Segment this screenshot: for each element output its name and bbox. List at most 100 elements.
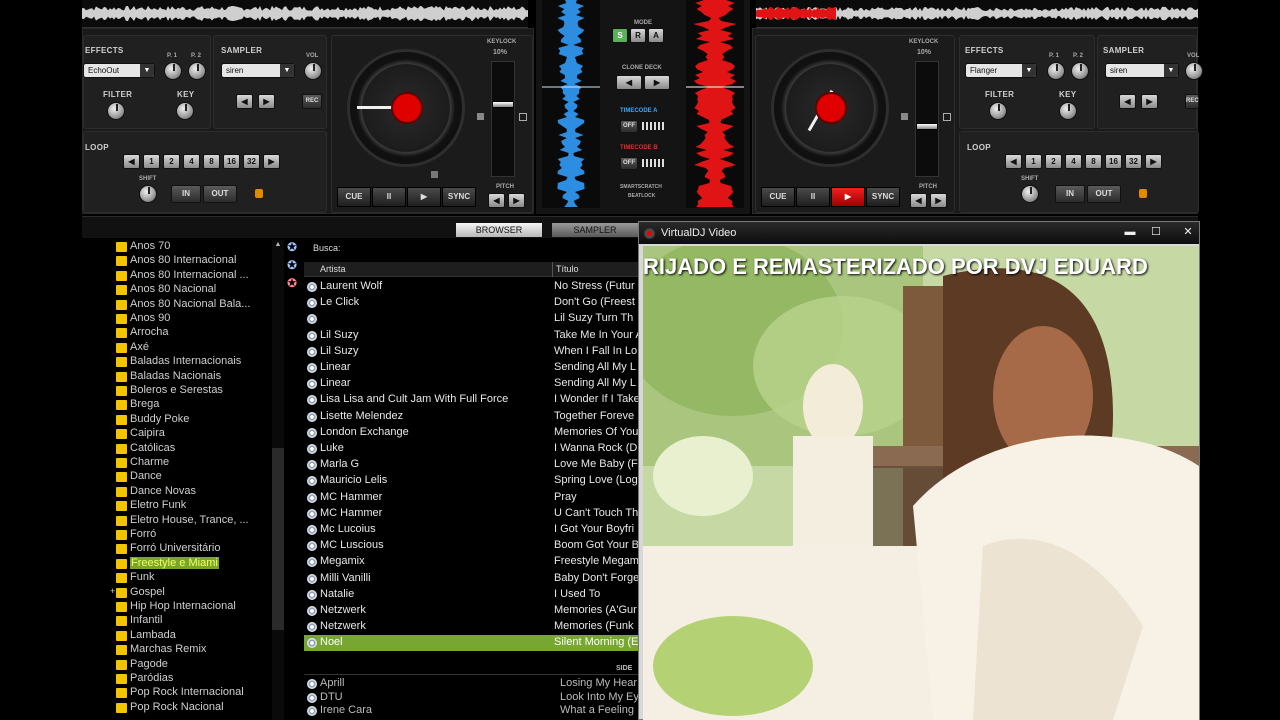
right-loop-1[interactable]: 1 bbox=[1025, 154, 1042, 169]
tree-scrollbar[interactable]: ▲ bbox=[272, 240, 284, 720]
left-sampler-next-button[interactable]: ▶ bbox=[258, 94, 275, 109]
track-row[interactable]: Netzwerk Memories (A'Gur bbox=[304, 603, 638, 619]
track-row[interactable]: Luke I Wanna Rock (D bbox=[304, 441, 638, 457]
track-row[interactable]: Milli Vanilli Baby Don't Forge bbox=[304, 571, 638, 587]
tab-browser[interactable]: BROWSER bbox=[456, 223, 542, 237]
right-pause-button[interactable]: II bbox=[796, 187, 830, 207]
right-pitch-reset-icon[interactable] bbox=[943, 113, 951, 121]
video-window-titlebar[interactable]: VirtualDJ Video ▬ ☐ ✕ bbox=[639, 222, 1199, 244]
left-shift-knob[interactable] bbox=[139, 185, 157, 203]
left-cue-button[interactable]: CUE bbox=[337, 187, 371, 207]
maximize-icon[interactable]: ☐ bbox=[1145, 225, 1167, 240]
right-shift-knob[interactable] bbox=[1021, 185, 1039, 203]
right-waveform[interactable] bbox=[756, 0, 1198, 28]
folder-item[interactable]: Paródias bbox=[116, 672, 173, 686]
right-pitch-slider[interactable] bbox=[915, 61, 939, 177]
left-pause-button[interactable]: II bbox=[372, 187, 406, 207]
column-artist[interactable]: Artista bbox=[320, 264, 346, 274]
right-loop-4[interactable]: 4 bbox=[1065, 154, 1082, 169]
track-list[interactable]: Busca: Artista Título SIDE Laurent Wolf N… bbox=[304, 238, 638, 720]
right-sampler-select[interactable]: siren ▼ bbox=[1105, 63, 1179, 78]
right-loop-16[interactable]: 16 bbox=[1105, 154, 1122, 169]
folder-item[interactable]: Freestyle e Miami bbox=[116, 556, 219, 571]
right-loop-prev-button[interactable]: ◀ bbox=[1005, 154, 1022, 169]
left-loop-8[interactable]: 8 bbox=[203, 154, 220, 169]
right-filter-knob[interactable] bbox=[989, 102, 1007, 120]
right-loop-out-button[interactable]: OUT bbox=[1087, 185, 1121, 203]
folder-item[interactable]: Forró Universitário bbox=[116, 542, 220, 556]
right-loop-next-button[interactable]: ▶ bbox=[1145, 154, 1162, 169]
left-sampler-select[interactable]: siren ▼ bbox=[221, 63, 295, 78]
track-row[interactable]: Marla G Love Me Baby (F bbox=[304, 457, 638, 473]
column-title[interactable]: Título bbox=[556, 264, 579, 274]
timecode-b-off[interactable]: OFF bbox=[620, 157, 638, 170]
left-play-button[interactable]: ▶ bbox=[407, 187, 441, 207]
folder-item[interactable]: Dance bbox=[116, 470, 162, 484]
track-row[interactable]: Megamix Freestyle Megam bbox=[304, 554, 638, 570]
folder-item[interactable]: Charme bbox=[116, 456, 169, 470]
folder-item[interactable]: Anos 80 Nacional bbox=[116, 283, 216, 297]
clone-right-button[interactable]: ▶ bbox=[644, 75, 670, 90]
folder-item[interactable]: Caipira bbox=[116, 427, 165, 441]
folder-item[interactable]: Anos 70 bbox=[116, 240, 170, 254]
left-key-knob[interactable] bbox=[176, 102, 194, 120]
folder-item[interactable]: Anos 80 Internacional bbox=[116, 254, 236, 268]
expand-icon[interactable]: + bbox=[110, 586, 115, 596]
folder-item[interactable]: Brega bbox=[116, 398, 159, 412]
folder-item[interactable]: Infantil bbox=[116, 614, 162, 628]
left-loop-2[interactable]: 2 bbox=[163, 154, 180, 169]
left-pitch-up-button[interactable]: ▶ bbox=[508, 193, 525, 208]
left-effect-select[interactable]: EchoOut ▼ bbox=[83, 63, 155, 78]
folder-item[interactable]: Pop Rock Internacional bbox=[116, 686, 244, 700]
folder-item[interactable]: + Gospel bbox=[110, 586, 165, 600]
add-filter-folder-icon[interactable]: ✪ bbox=[287, 258, 300, 272]
folder-item[interactable]: Axé bbox=[116, 341, 149, 355]
right-rec-button[interactable]: REC bbox=[1185, 94, 1199, 109]
folder-item[interactable]: Baladas Internacionais bbox=[116, 355, 241, 369]
mode-s-button[interactable]: S bbox=[612, 28, 628, 43]
folder-item[interactable]: Anos 90 bbox=[116, 312, 170, 326]
left-sync-button[interactable]: SYNC bbox=[442, 187, 476, 207]
timecode-a-off[interactable]: OFF bbox=[620, 120, 638, 133]
track-row[interactable]: MC Luscious Boom Got Your B bbox=[304, 538, 638, 554]
left-pitch-reset-icon[interactable] bbox=[519, 113, 527, 121]
folder-tree[interactable]: Anos 70 Anos 80 Internacional Anos 80 Inte… bbox=[82, 238, 302, 720]
right-pitch-up-button[interactable]: ▶ bbox=[930, 193, 947, 208]
folder-item[interactable]: Lambada bbox=[116, 629, 176, 643]
track-row[interactable]: Lisette Melendez Together Foreve bbox=[304, 409, 638, 425]
track-row[interactable]: Mc Lucoius I Got Your Boyfri bbox=[304, 522, 638, 538]
track-row[interactable]: Linear Sending All My L bbox=[304, 376, 638, 392]
folder-item[interactable]: Forró bbox=[116, 528, 156, 542]
folder-item[interactable]: Eletro Funk bbox=[116, 499, 186, 513]
track-row[interactable]: Le Click Don't Go (Freest bbox=[304, 295, 638, 311]
track-row[interactable]: Netzwerk Memories (Funk bbox=[304, 619, 638, 635]
left-loop-1[interactable]: 1 bbox=[143, 154, 160, 169]
right-loop-2[interactable]: 2 bbox=[1045, 154, 1062, 169]
track-row[interactable]: MC Hammer Pray bbox=[304, 490, 638, 506]
folder-item[interactable]: Hip Hop Internacional bbox=[116, 600, 236, 614]
folder-item[interactable]: Marchas Remix bbox=[116, 643, 206, 657]
left-loop-4[interactable]: 4 bbox=[183, 154, 200, 169]
right-pitch-handle[interactable] bbox=[916, 123, 938, 130]
left-loop-16[interactable]: 16 bbox=[223, 154, 240, 169]
right-play-button[interactable]: ▶ bbox=[831, 187, 865, 207]
right-sampler-prev-button[interactable]: ◀ bbox=[1119, 94, 1136, 109]
track-row[interactable]: Noel Silent Morning (E bbox=[304, 635, 638, 652]
track-row[interactable]: Laurent Wolf No Stress (Futur bbox=[304, 279, 638, 295]
left-loop-prev-button[interactable]: ◀ bbox=[123, 154, 140, 169]
scroll-up-icon[interactable]: ▲ bbox=[273, 241, 283, 251]
right-effect-select[interactable]: Flanger ▼ bbox=[965, 63, 1037, 78]
track-row[interactable]: Natalie I Used To bbox=[304, 587, 638, 603]
left-p1-knob[interactable] bbox=[164, 62, 182, 80]
track-row[interactable]: Mauricio Lelis Spring Love (Log bbox=[304, 473, 638, 489]
right-p2-knob[interactable] bbox=[1071, 62, 1089, 80]
right-loop-in-button[interactable]: IN bbox=[1055, 185, 1085, 203]
folder-item[interactable]: Buddy Poke bbox=[116, 413, 189, 427]
track-row[interactable]: Lil Suzy Turn Th bbox=[304, 311, 638, 327]
right-sampler-vol-knob[interactable] bbox=[1185, 62, 1203, 80]
track-row[interactable]: Lil Suzy When I Fall In Lo bbox=[304, 344, 638, 360]
mode-r-button[interactable]: R bbox=[630, 28, 646, 43]
folder-item[interactable]: Anos 80 Internacional ... bbox=[116, 269, 249, 283]
right-pitch-down-button[interactable]: ◀ bbox=[910, 193, 927, 208]
remove-folder-icon[interactable]: ✪ bbox=[287, 276, 300, 290]
